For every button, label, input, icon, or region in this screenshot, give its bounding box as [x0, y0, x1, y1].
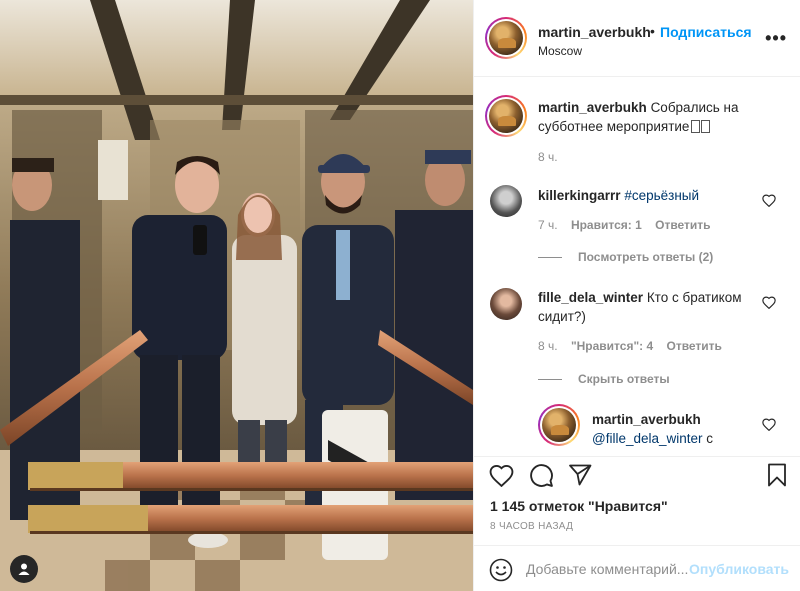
post-time[interactable]: 8 ЧАСОВ НАЗАД	[490, 521, 573, 532]
share-icon[interactable]	[568, 464, 592, 486]
bookmark-icon[interactable]	[767, 463, 787, 487]
comment-author[interactable]: fille_dela_winter	[538, 290, 643, 305]
reply-button[interactable]: Ответить	[655, 218, 710, 232]
comment-hashtag[interactable]: #серьёзный	[624, 188, 699, 203]
comments-section[interactable]: martin_averbukh Собрались на субботнее м…	[474, 78, 800, 456]
caption-emoji	[691, 120, 701, 133]
likes-count[interactable]: 1 145 отметок "Нравится"	[490, 498, 668, 514]
caption: martin_averbukh Собрались на субботнее м…	[538, 98, 778, 136]
add-comment-bar: Опубликовать	[474, 545, 800, 591]
commenter-avatar[interactable]	[490, 185, 522, 217]
reply-author-avatar[interactable]	[538, 404, 580, 446]
reply-mention[interactable]: @fille_dela_winter	[592, 431, 703, 446]
comment-likes[interactable]: Нравится: 1	[571, 218, 642, 232]
comment-like-heart-icon[interactable]	[762, 194, 776, 207]
post-side-panel: martin_averbukh • Подписаться Moscow •••…	[473, 0, 800, 591]
comment-like-heart-icon[interactable]	[762, 418, 776, 431]
comment-icon[interactable]	[529, 463, 554, 488]
comment-likes[interactable]: "Нравится": 4	[571, 339, 653, 353]
publish-button[interactable]: Опубликовать	[689, 561, 789, 577]
view-replies-button[interactable]: Посмотреть ответы (2)	[538, 250, 713, 264]
caption-time[interactable]: 8 ч.	[538, 150, 558, 164]
comment-meta: 7 ч. Нравится: 1 Ответить	[538, 218, 721, 232]
comment-text: сидит?)	[538, 309, 586, 324]
caption-meta: 8 ч.	[538, 150, 568, 164]
separator-dot: •	[650, 23, 655, 39]
post-actions: 1 145 отметок "Нравится" 8 ЧАСОВ НАЗАД	[474, 456, 800, 544]
comment: fille_dela_winter Кто с братиком сидит?)	[538, 288, 758, 326]
follow-button[interactable]: Подписаться	[660, 24, 752, 40]
elevator-selfie-image	[0, 0, 473, 591]
post-photo[interactable]	[0, 0, 473, 591]
user-tag-icon	[18, 563, 30, 575]
hide-replies-button[interactable]: Скрыть ответы	[538, 372, 670, 386]
post-header: martin_averbukh • Подписаться Moscow •••	[474, 0, 800, 77]
reply-text: с	[702, 431, 714, 446]
reply-author[interactable]: martin_averbukh	[592, 412, 701, 427]
commenter-avatar[interactable]	[490, 288, 522, 320]
caption-author[interactable]: martin_averbukh	[538, 100, 647, 115]
comment-time[interactable]: 7 ч.	[538, 218, 558, 232]
reply-comment: martin_averbukh @fille_dela_winter с	[592, 410, 772, 448]
comment-author[interactable]: killerkingarrr	[538, 188, 621, 203]
emoji-icon[interactable]	[489, 558, 513, 582]
caption-author-avatar[interactable]	[485, 95, 527, 137]
more-options-icon[interactable]: •••	[765, 28, 787, 48]
author-username[interactable]: martin_averbukh	[538, 24, 651, 40]
heart-icon[interactable]	[489, 464, 514, 487]
tagged-users-button[interactable]	[10, 555, 38, 583]
author-avatar[interactable]	[485, 17, 527, 59]
comment: killerkingarrr #серьёзный	[538, 186, 758, 205]
post-location[interactable]: Moscow	[538, 44, 582, 58]
comment-meta: 8 ч. "Нравится": 4 Ответить	[538, 339, 732, 353]
comment-like-heart-icon[interactable]	[762, 296, 776, 309]
comment-time[interactable]: 8 ч.	[538, 339, 558, 353]
comment-text: Кто с братиком	[646, 290, 742, 305]
reply-button[interactable]: Ответить	[666, 339, 721, 353]
